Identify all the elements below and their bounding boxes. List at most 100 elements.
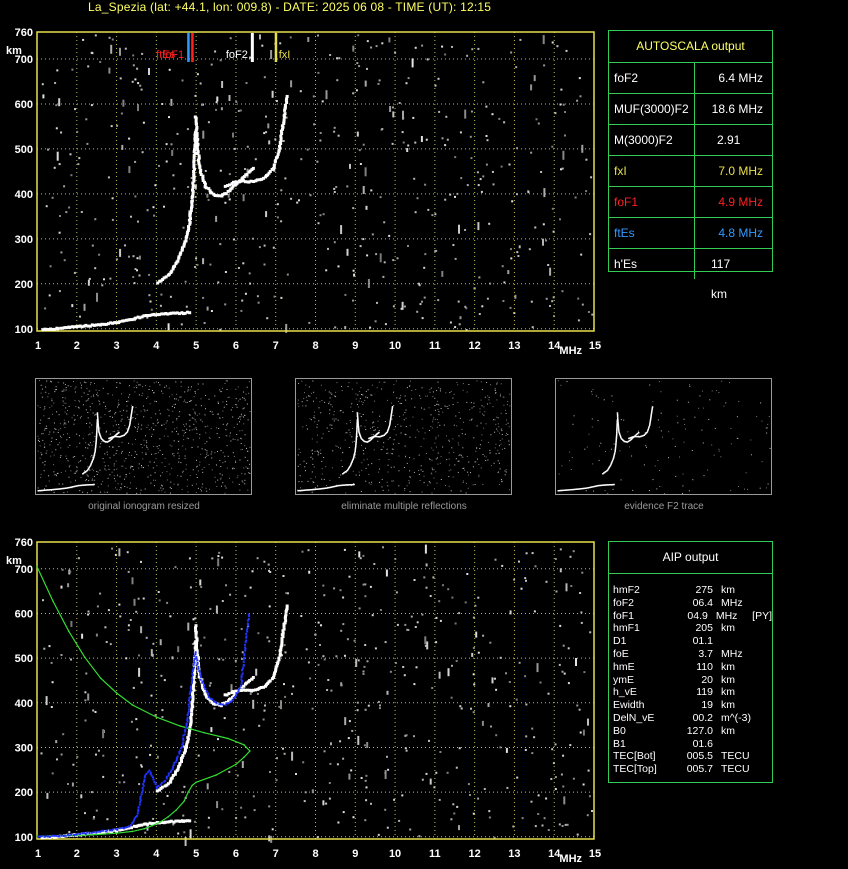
noise-speck	[441, 137, 444, 140]
thumb-noise-speck	[165, 385, 167, 387]
noise-speck	[491, 113, 494, 116]
trace-point	[189, 695, 192, 698]
noise-speck	[509, 306, 512, 309]
thumb-noise-speck	[431, 459, 433, 461]
thumb-trace-point	[562, 489, 564, 492]
thumb-noise-speck	[154, 472, 156, 474]
trace-point	[141, 791, 144, 794]
thumb-noise-speck	[321, 400, 323, 401]
noise-speck	[488, 816, 491, 819]
noise-speck	[322, 800, 325, 806]
noise-speck	[588, 795, 591, 798]
noise-speck	[295, 773, 297, 775]
noise-speck	[132, 54, 135, 57]
thumb-noise-speck	[316, 424, 318, 425]
thumb-noise-speck	[409, 476, 411, 478]
noise-speck	[306, 148, 309, 151]
noise-speck	[244, 816, 247, 819]
trace-point	[285, 94, 289, 98]
thumb-noise-speck	[87, 399, 89, 401]
aip-row: foE 3.7 MHz	[613, 648, 772, 661]
trace-point	[188, 692, 191, 695]
noise-speck	[80, 211, 83, 213]
noise-speck	[327, 679, 330, 681]
noise-speck	[97, 749, 100, 752]
thumb-noise-speck	[457, 384, 459, 386]
noise-speck	[217, 738, 219, 741]
thumb-noise-speck	[507, 401, 509, 402]
thumb-noise-speck	[152, 467, 154, 469]
model-point	[95, 833, 98, 836]
thumb-noise-speck	[128, 418, 130, 420]
thumb-noise-speck	[219, 389, 221, 391]
thumb-trace-point	[617, 425, 620, 428]
trace-point	[172, 765, 175, 768]
noise-speck	[56, 151, 59, 161]
noise-speck	[168, 116, 170, 119]
thumb-noise-speck	[433, 477, 435, 479]
noise-speck	[591, 810, 593, 812]
thumb-noise-speck	[126, 486, 128, 488]
thumb-trace-point	[647, 428, 649, 431]
thumb-noise-speck	[750, 454, 752, 456]
noise-speck	[211, 557, 214, 560]
thumb-noise-speck	[93, 441, 95, 443]
thumb-noise-speck	[158, 409, 160, 411]
thumb-noise-speck	[424, 432, 426, 434]
thumb-noise-speck	[86, 423, 88, 424]
thumb-noise-speck	[326, 427, 328, 429]
thumb-noise-speck	[493, 419, 495, 421]
trace-point	[237, 690, 240, 693]
noise-speck	[452, 244, 455, 246]
thumb-noise-speck	[153, 446, 155, 447]
noise-speck	[403, 305, 406, 308]
noise-speck	[138, 274, 141, 277]
noise-speck	[110, 44, 113, 54]
thumb-noise-speck	[657, 460, 659, 461]
noise-speck	[203, 322, 206, 324]
noise-speck	[438, 798, 441, 801]
thumb-noise-speck	[236, 477, 238, 479]
thumb-noise-speck	[116, 468, 118, 470]
thumb-noise-speck	[461, 456, 463, 458]
echo-trace-series	[223, 94, 289, 188]
noise-speck	[477, 651, 480, 654]
noise-speck	[528, 248, 531, 251]
noise-speck	[256, 295, 259, 298]
thumb-noise-speck	[381, 486, 383, 488]
noise-speck	[265, 115, 267, 118]
noise-speck	[249, 56, 252, 59]
thumb-noise-speck	[174, 407, 175, 409]
noise-speck	[134, 78, 137, 81]
thumb-noise-speck	[220, 478, 222, 480]
thumb-noise-speck	[429, 482, 431, 484]
thumb-noise-speck	[448, 441, 450, 442]
thumb-noise-speck	[89, 442, 91, 444]
thumb-noise-speck	[55, 386, 57, 388]
thumb-noise-speck	[376, 387, 378, 389]
thumb-noise-speck	[431, 447, 433, 449]
thumb-noise-speck	[176, 419, 178, 421]
thumb-noise-speck	[210, 428, 212, 430]
thumb-noise-speck	[399, 397, 401, 399]
thumb-noise-speck	[75, 471, 77, 473]
aip-param-name: Ewidth	[613, 699, 645, 712]
thumb-noise-speck	[186, 479, 188, 481]
noise-speck	[363, 665, 366, 668]
noise-speck	[234, 659, 237, 662]
noise-speck	[308, 321, 311, 324]
thumb-noise-speck	[168, 463, 170, 465]
thumb-noise-speck	[62, 405, 64, 406]
noise-speck	[137, 220, 139, 223]
noise-speck	[383, 261, 386, 264]
thumb-noise-speck	[42, 439, 44, 441]
thumb-trace-point	[576, 488, 578, 490]
thumb-noise-speck	[199, 461, 201, 463]
thumb-noise-speck	[44, 406, 46, 408]
thumb-noise-speck	[118, 404, 120, 405]
noise-speck	[482, 634, 485, 637]
noise-speck	[244, 594, 247, 597]
thumb-trace-point	[572, 488, 575, 491]
thumb-noise-speck	[182, 445, 184, 447]
trace-point	[191, 188, 194, 192]
